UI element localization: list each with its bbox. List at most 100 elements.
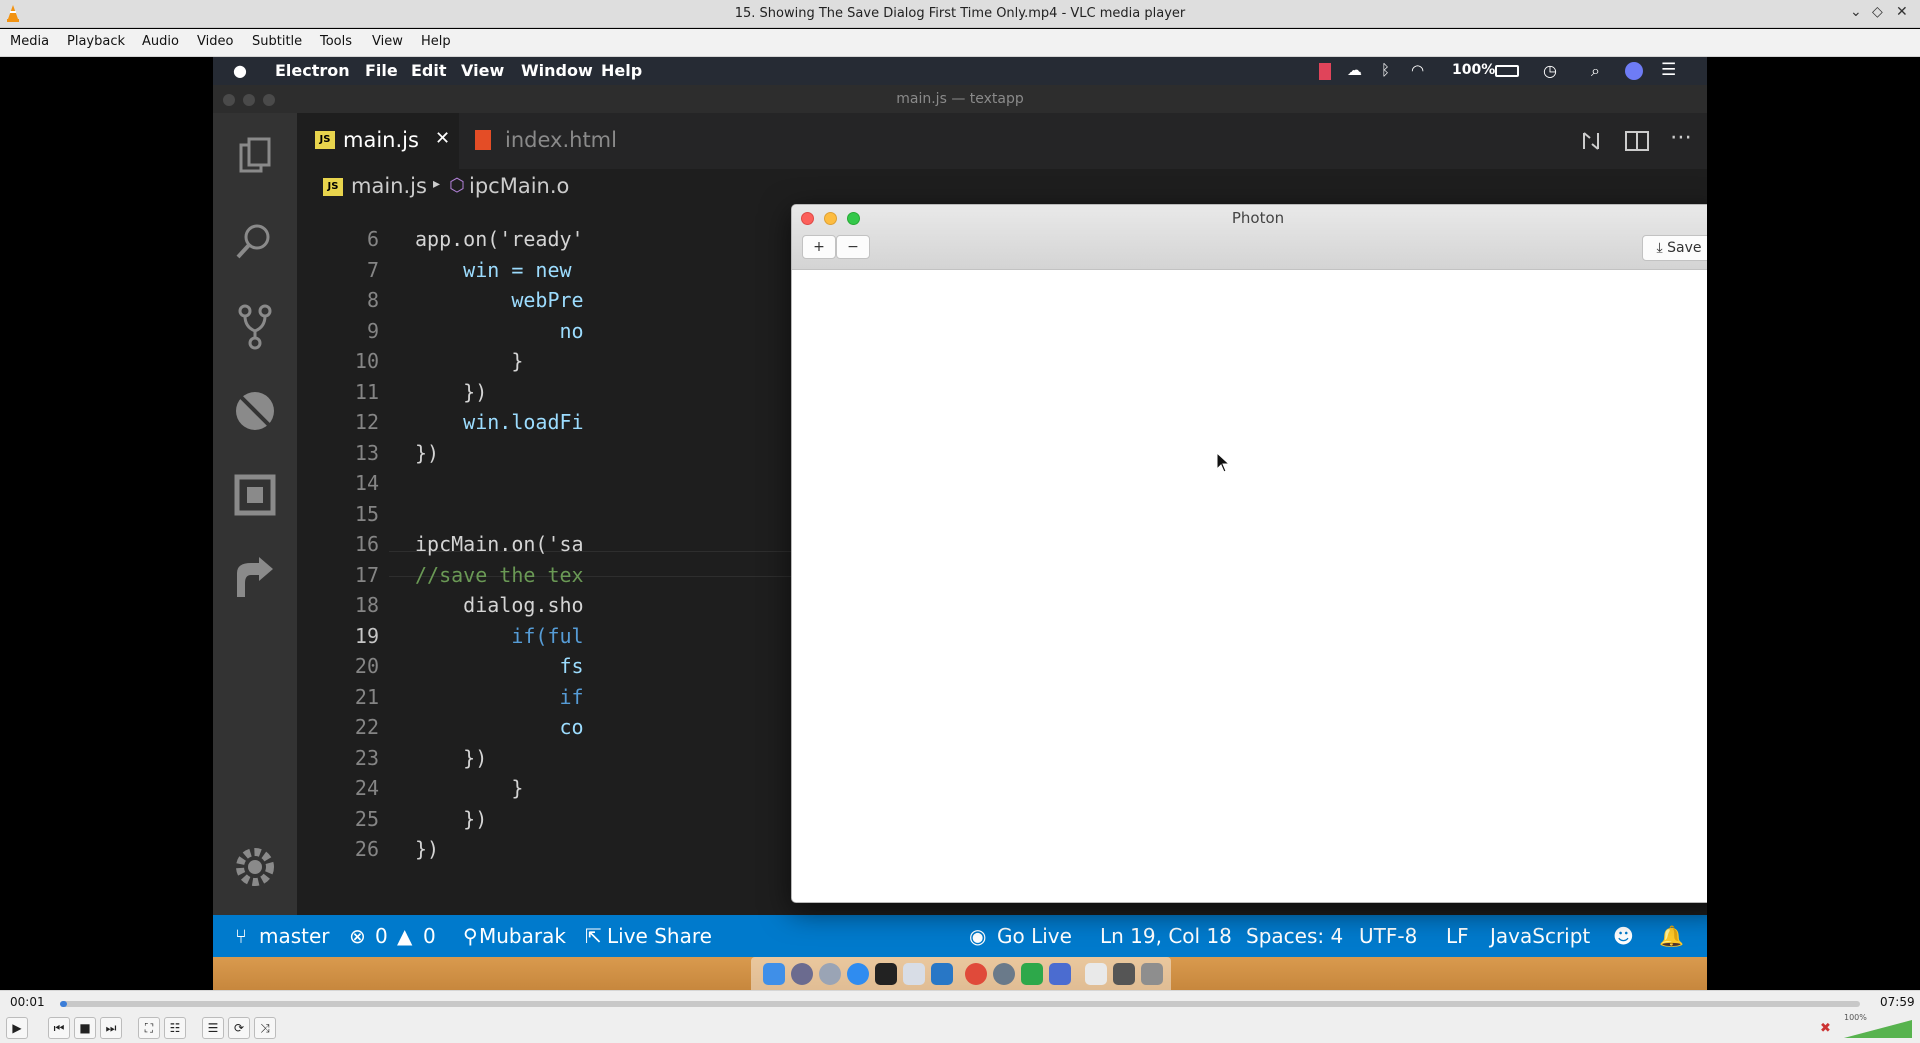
play-button[interactable]: ▶ xyxy=(6,1017,28,1039)
photon-content[interactable] xyxy=(792,270,1707,902)
tab-main-js[interactable]: JS main.js ✕ xyxy=(297,113,459,169)
settings-gear-icon[interactable] xyxy=(229,841,281,893)
wifi-icon: ◠ xyxy=(1411,61,1425,79)
line-number: 24 xyxy=(354,776,379,800)
vscode-window-title: main.js — textapp xyxy=(896,91,1024,107)
volume-level: 100% xyxy=(1844,1013,1867,1022)
open-changes-icon[interactable] xyxy=(1578,129,1604,153)
photon-toolbar: Photon + − ⤓ Save xyxy=(792,205,1707,270)
video-area[interactable]: ● Electron File Edit View Window Help ☁ … xyxy=(0,57,1920,990)
loop-button[interactable]: ⟳ xyxy=(228,1017,250,1039)
tab-index-html[interactable]: index.html xyxy=(459,113,629,169)
breadcrumb: JS main.js ▸ ⬡ ipcMain.o xyxy=(297,169,1707,205)
menu-media[interactable]: Media xyxy=(10,34,49,49)
feedback-smiley-icon[interactable]: ☻ xyxy=(1613,924,1634,948)
launchpad-icon xyxy=(791,963,813,985)
photon-window: Photon + − ⤓ Save xyxy=(791,204,1707,903)
code-line: win.loadFi xyxy=(415,410,584,434)
spotlight-icon: ⌕ xyxy=(1591,61,1600,80)
rocket-icon xyxy=(819,963,841,985)
encoding[interactable]: UTF-8 xyxy=(1359,924,1417,948)
html5-icon xyxy=(475,130,491,150)
downloads-icon xyxy=(1113,963,1135,985)
fullscreen-button[interactable]: ⛶ xyxy=(138,1017,160,1039)
line-number: 14 xyxy=(354,471,379,495)
terminal-icon xyxy=(875,963,897,985)
menu-video[interactable]: Video xyxy=(197,34,233,49)
indentation[interactable]: Spaces: 4 xyxy=(1246,924,1343,948)
code-line: app.on('ready' xyxy=(415,227,584,251)
apple-icon: ● xyxy=(233,61,247,80)
remove-button[interactable]: − xyxy=(836,235,870,259)
symbol-icon: ⬡ xyxy=(449,175,465,196)
mac-app-name: Electron xyxy=(275,61,350,80)
breadcrumb-separator: ▸ xyxy=(433,176,441,192)
line-number: 17 xyxy=(354,562,379,587)
code-line: if xyxy=(415,684,584,709)
language-mode[interactable]: JavaScript xyxy=(1490,924,1590,948)
breadcrumb-symbol[interactable]: ipcMain.o xyxy=(469,174,569,198)
go-live-button[interactable]: Go Live xyxy=(997,924,1072,948)
code-line: } xyxy=(415,776,524,800)
tab-close-icon[interactable]: ✕ xyxy=(435,128,450,149)
close-icon[interactable]: ✕ xyxy=(1896,4,1908,20)
menu-view[interactable]: View xyxy=(372,34,403,49)
app-icon xyxy=(903,963,925,985)
playlist-button[interactable]: ☰ xyxy=(202,1017,224,1039)
js-file-icon: JS xyxy=(323,178,343,196)
line-number: 7 xyxy=(366,257,379,282)
code-line: if(ful xyxy=(415,623,584,648)
broadcast-icon: ◉ xyxy=(969,924,987,948)
add-button[interactable]: + xyxy=(802,235,836,259)
split-editor-icon[interactable] xyxy=(1624,129,1650,153)
line-number: 9 xyxy=(366,318,379,343)
extended-settings-button[interactable]: ☷ xyxy=(164,1017,186,1039)
line-number: 26 xyxy=(354,837,379,861)
share-icon: ⇱ xyxy=(585,924,602,948)
live-share-button[interactable]: Live Share xyxy=(607,924,712,948)
branch-name[interactable]: master xyxy=(259,924,330,948)
breadcrumb-file[interactable]: main.js xyxy=(351,174,427,198)
shuffle-button[interactable]: ⤨ xyxy=(254,1017,276,1039)
save-label: Save xyxy=(1667,240,1702,256)
error-icon: ⊗ xyxy=(349,924,366,948)
code-line: fs xyxy=(415,654,584,678)
mac-menu-view: View xyxy=(461,61,505,80)
more-actions-icon[interactable]: ⋯ xyxy=(1670,125,1692,150)
minimize-icon[interactable]: ⌄ xyxy=(1850,4,1862,20)
line-number: 20 xyxy=(354,654,379,678)
menu-audio[interactable]: Audio xyxy=(142,34,179,49)
menu-playback[interactable]: Playback xyxy=(67,34,125,49)
window-title: 15. Showing The Save Dialog First Time O… xyxy=(734,6,1186,21)
app-blue-icon xyxy=(1049,963,1071,985)
error-count[interactable]: 0 xyxy=(375,924,388,948)
menu-help[interactable]: Help xyxy=(421,34,451,49)
user-name[interactable]: Mubarak xyxy=(479,924,566,948)
mute-icon[interactable]: ✖ xyxy=(1820,1021,1831,1036)
menu-subtitle[interactable]: Subtitle xyxy=(252,34,302,49)
code-line: }) xyxy=(415,440,440,465)
menu-tools[interactable]: Tools xyxy=(320,34,352,49)
cursor-position[interactable]: Ln 19, Col 18 xyxy=(1100,924,1232,948)
next-button[interactable]: ⏭ xyxy=(100,1017,122,1039)
editor-tabs: JS main.js ✕ index.html ⋯ xyxy=(297,113,1707,169)
line-ending[interactable]: LF xyxy=(1446,924,1469,948)
line-number: 19 xyxy=(354,623,379,648)
mouse-cursor-icon xyxy=(1216,452,1230,473)
stop-button[interactable]: ■ xyxy=(74,1017,96,1039)
explorer-icon xyxy=(239,137,271,173)
vlc-title-bar: 15. Showing The Save Dialog First Time O… xyxy=(0,0,1920,28)
search-icon xyxy=(236,224,270,259)
maximize-icon[interactable]: ◇ xyxy=(1872,4,1883,20)
line-number: 23 xyxy=(354,745,379,770)
previous-button[interactable]: ⏮ xyxy=(48,1017,70,1039)
code-line: dialog.sho xyxy=(415,593,584,617)
vlc-menu-bar: Media Playback Audio Video Subtitle Tool… xyxy=(0,29,1920,57)
total-time: 07:59 xyxy=(1880,995,1915,1009)
seek-bar[interactable] xyxy=(60,1001,1860,1007)
warning-count[interactable]: 0 xyxy=(423,924,436,948)
line-number: 18 xyxy=(354,593,379,617)
save-button[interactable]: ⤓ Save xyxy=(1642,235,1707,261)
bell-icon[interactable]: 🔔 xyxy=(1659,924,1684,948)
code-line: }) xyxy=(415,379,488,404)
